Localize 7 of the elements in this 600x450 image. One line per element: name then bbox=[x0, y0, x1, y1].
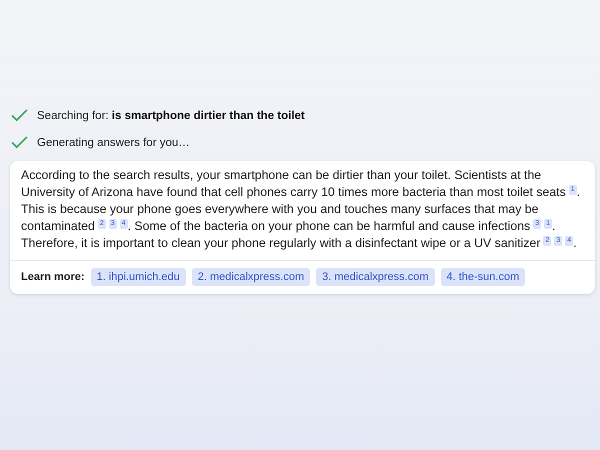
source-link[interactable]: 4. the-sun.com bbox=[440, 268, 526, 286]
source-link[interactable]: 2. medicalxpress.com bbox=[192, 268, 310, 286]
status-text: Generating answers for you… bbox=[37, 136, 190, 148]
source-link[interactable]: 1. ihpi.umich.edu bbox=[90, 268, 186, 286]
status-text: Searching for: is smartphone dirtier than the toilet bbox=[37, 110, 305, 122]
learn-more-label: Learn more: bbox=[21, 271, 85, 283]
source-link[interactable]: 3. medicalxpress.com bbox=[316, 268, 434, 286]
